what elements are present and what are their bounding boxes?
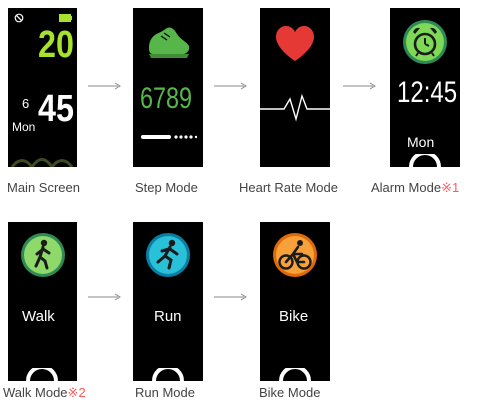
alarm-day: Mon: [407, 134, 435, 150]
run-mode-caption: Run Mode: [135, 385, 195, 400]
step-mode-caption: Step Mode: [135, 180, 198, 195]
arrow-right-5: [214, 293, 247, 301]
note-mark-2: ※2: [67, 385, 86, 400]
arrow-right-1: [88, 82, 121, 90]
heart-icon: [276, 26, 314, 61]
main-screen-caption: Main Screen: [7, 180, 80, 195]
walking-person-icon: [21, 233, 65, 277]
arrow-right-4: [88, 293, 121, 301]
step-screen: 6789: [133, 8, 203, 167]
walk-screen: Walk: [8, 222, 77, 381]
walk-label: Walk: [22, 308, 55, 325]
alarm-time: 12:45: [397, 76, 458, 109]
bike-screen: Bike: [260, 222, 330, 381]
clock-minutes: 45: [38, 88, 74, 130]
heart-rate-mode-caption: Heart Rate Mode: [239, 180, 338, 195]
alarm-off-icon: [14, 13, 24, 23]
bike-mode-caption: Bike Mode: [259, 385, 321, 400]
bike-bottom-arc: [279, 368, 311, 381]
alarm-bottom-arc: [409, 154, 441, 167]
bottom-glow: [10, 158, 74, 167]
arrow-right-3: [343, 82, 376, 90]
step-progress-bar: [141, 135, 197, 139]
alarm-clock-icon: [403, 20, 447, 64]
walk-mode-caption: Walk Mode※2: [3, 385, 86, 400]
main-screen: 20 6 Mon 45: [8, 8, 77, 167]
heart-rate-screen: [260, 8, 330, 167]
run-bottom-arc: [152, 368, 184, 381]
run-label: Run: [154, 308, 182, 325]
shoe-icon: [149, 27, 190, 58]
cyclist-icon: [273, 233, 317, 277]
run-screen: Run: [133, 222, 203, 381]
battery-icon: [59, 14, 72, 22]
clock-hours: 20: [38, 24, 74, 66]
step-count: 6789: [140, 82, 193, 115]
note-mark-1: ※1: [441, 180, 460, 195]
alarm-screen: 12:45 Mon: [390, 8, 460, 167]
bike-label: Bike: [279, 308, 309, 325]
arrow-right-2: [214, 82, 247, 90]
day-name: Mon: [12, 120, 36, 134]
heartbeat-line-icon: [260, 93, 330, 122]
day-number: 6: [22, 96, 30, 111]
running-person-icon: [146, 233, 190, 277]
walk-bottom-arc: [26, 368, 58, 381]
alarm-mode-caption: Alarm Mode※1: [371, 180, 460, 195]
